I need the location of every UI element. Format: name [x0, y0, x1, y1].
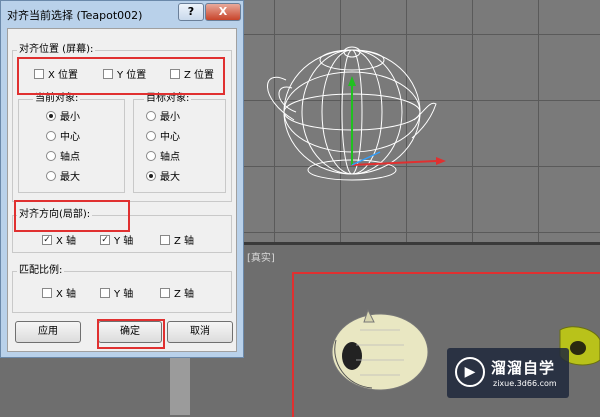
radio-dot[interactable]: [46, 131, 56, 141]
current-min-label: 最小: [60, 112, 80, 123]
y-position-checkbox[interactable]: Y 位置: [103, 69, 146, 83]
radio-dot[interactable]: [146, 111, 156, 121]
radio-dot[interactable]: [146, 131, 156, 141]
y-axis-scale-label: Y 轴: [114, 289, 134, 300]
close-button[interactable]: X: [205, 3, 241, 21]
target-max-label: 最大: [160, 172, 180, 183]
target-object-title: 目标对象:: [144, 93, 192, 105]
y-axis-orient-checkbox[interactable]: ✓ Y 轴: [100, 235, 133, 249]
checkbox-box[interactable]: ✓: [100, 235, 110, 245]
x-position-checkbox[interactable]: X 位置: [34, 69, 78, 83]
x-axis-scale-checkbox[interactable]: X 轴: [42, 288, 76, 302]
current-object-title: 当前对象:: [33, 93, 81, 105]
cancel-button[interactable]: 取消: [167, 321, 233, 343]
target-center-radio[interactable]: 中心: [146, 131, 180, 145]
y-position-label: Y 位置: [117, 70, 147, 81]
target-center-label: 中心: [160, 132, 180, 143]
align-orientation-title: 对齐方向(局部):: [17, 209, 93, 221]
checkbox-box[interactable]: [160, 235, 170, 245]
dialog-body: 对齐位置 (屏幕): X 位置 Y 位置 Z 位置 当前对象: 最小 中心 轴点…: [7, 28, 237, 352]
apply-button[interactable]: 应用: [15, 321, 81, 343]
z-axis-scale-checkbox[interactable]: Z 轴: [160, 288, 194, 302]
radio-dot[interactable]: [46, 151, 56, 161]
current-center-label: 中心: [60, 132, 80, 143]
y-axis-orient-label: Y 轴: [114, 236, 134, 247]
current-min-radio[interactable]: 最小: [46, 111, 80, 125]
x-position-label: X 位置: [48, 70, 79, 81]
target-max-radio[interactable]: 最大: [146, 171, 180, 185]
z-axis-orient-label: Z 轴: [174, 236, 195, 247]
ok-button[interactable]: 确定: [98, 321, 162, 343]
target-min-radio[interactable]: 最小: [146, 111, 180, 125]
current-max-label: 最大: [60, 172, 80, 183]
checkbox-box[interactable]: [100, 288, 110, 298]
y-axis-scale-checkbox[interactable]: Y 轴: [100, 288, 133, 302]
target-pivot-radio[interactable]: 轴点: [146, 151, 180, 165]
help-button[interactable]: ?: [178, 3, 204, 21]
checkbox-box[interactable]: ✓: [42, 235, 52, 245]
current-pivot-label: 轴点: [60, 152, 80, 163]
x-axis-orient-label: X 轴: [56, 236, 77, 247]
checkbox-box[interactable]: [34, 69, 44, 79]
radio-dot[interactable]: [46, 111, 56, 121]
x-axis-orient-checkbox[interactable]: ✓ X 轴: [42, 235, 76, 249]
radio-dot[interactable]: [146, 171, 156, 181]
radio-dot[interactable]: [46, 171, 56, 181]
current-center-radio[interactable]: 中心: [46, 131, 80, 145]
watermark-url: zixue.3d66.com: [493, 379, 557, 388]
current-pivot-radio[interactable]: 轴点: [46, 151, 80, 165]
align-position-title: 对齐位置 (屏幕):: [17, 44, 96, 56]
dialog-title: 对齐当前选择 (Teapot002): [7, 9, 143, 22]
checkbox-box[interactable]: [103, 69, 113, 79]
match-scale-title: 匹配比例:: [17, 265, 65, 277]
x-axis-scale-label: X 轴: [56, 289, 77, 300]
target-min-label: 最小: [160, 112, 180, 123]
play-icon: ▶: [455, 357, 485, 387]
radio-dot[interactable]: [146, 151, 156, 161]
current-max-radio[interactable]: 最大: [46, 171, 80, 185]
target-pivot-label: 轴点: [160, 152, 180, 163]
z-axis-orient-checkbox[interactable]: Z 轴: [160, 235, 194, 249]
align-selection-dialog: 对齐当前选择 (Teapot002) ? X 对齐位置 (屏幕): X 位置 Y…: [0, 0, 244, 358]
watermark: ▶ 溜溜自学 zixue.3d66.com: [447, 348, 569, 398]
z-position-label: Z 位置: [184, 70, 215, 81]
watermark-title: 溜溜自学: [491, 359, 556, 377]
z-axis-scale-label: Z 轴: [174, 289, 195, 300]
checkbox-box[interactable]: [160, 288, 170, 298]
checkbox-box[interactable]: [42, 288, 52, 298]
z-position-checkbox[interactable]: Z 位置: [170, 69, 214, 83]
checkbox-box[interactable]: [170, 69, 180, 79]
